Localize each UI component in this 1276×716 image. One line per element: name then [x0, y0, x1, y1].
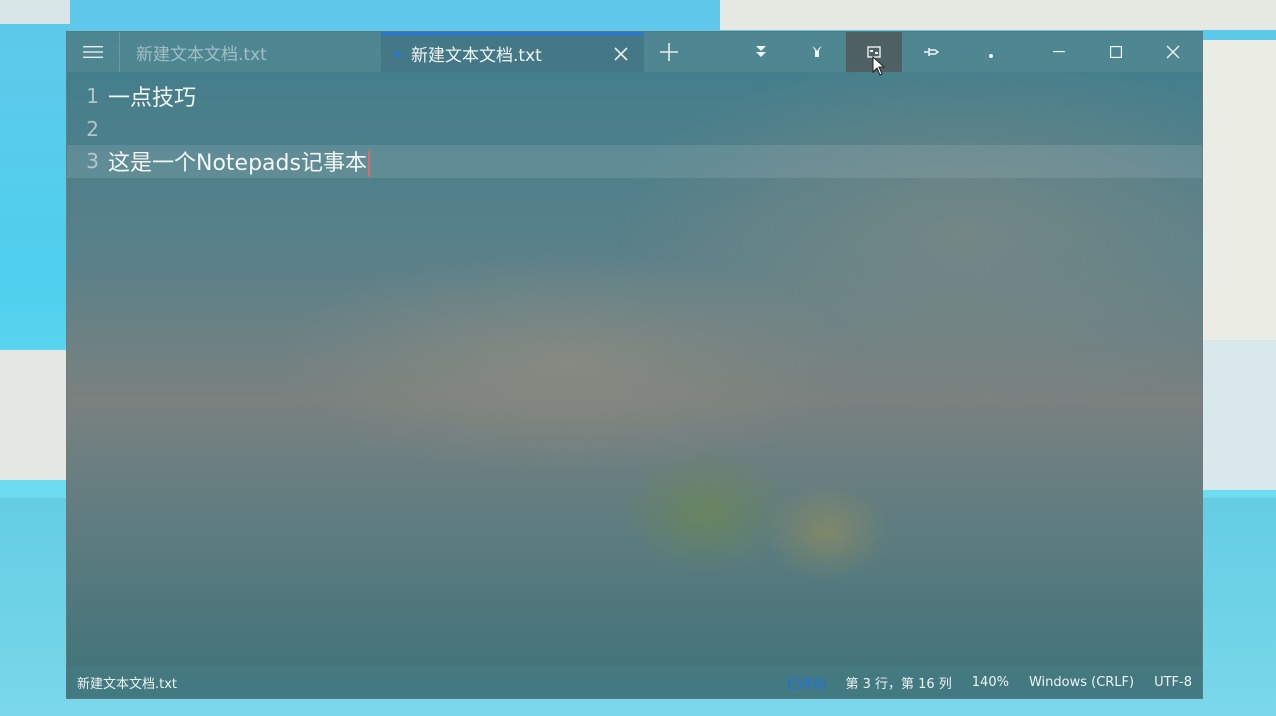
close-icon	[614, 47, 628, 61]
status-right-group: 已改动 第 3 行，第 16 列 140% Windows (CRLF) UTF…	[786, 673, 1192, 692]
cursor-icon	[872, 56, 886, 76]
close-icon	[1166, 45, 1180, 59]
editor-line-current[interactable]: 3 这是一个Notepads记事本	[67, 145, 1202, 178]
notepads-window: 新建文本文档.txt 新建文本文档.txt 1 一点技巧 2 3 这是一个Not…	[66, 31, 1203, 699]
title-bar: 新建文本文档.txt 新建文本文档.txt	[67, 32, 1202, 76]
pin-button[interactable]	[903, 32, 959, 72]
editor-line[interactable]: 1 一点技巧	[67, 80, 1202, 113]
tab-document-1[interactable]: 新建文本文档.txt	[119, 32, 381, 72]
more-icon	[989, 54, 993, 58]
minimize-icon	[1053, 51, 1065, 53]
line-text[interactable]: 一点技巧	[108, 80, 196, 112]
status-encoding[interactable]: UTF-8	[1154, 675, 1192, 690]
branch-icon	[812, 46, 822, 57]
cloud-right	[1203, 40, 1276, 340]
status-modified[interactable]: 已改动	[786, 673, 825, 692]
hamburger-icon	[83, 46, 103, 58]
maximize-button[interactable]	[1088, 32, 1144, 72]
maximize-icon	[1110, 46, 1122, 58]
status-file-name[interactable]: 新建文本文档.txt	[77, 673, 177, 692]
cloud-top-left	[0, 0, 70, 24]
line-number: 3	[86, 149, 99, 174]
collapse-tabs-button[interactable]	[733, 32, 789, 72]
status-cursor-position[interactable]: 第 3 行，第 16 列	[845, 673, 951, 692]
new-tab-button[interactable]	[655, 32, 683, 72]
cloud-top-right	[720, 0, 1276, 30]
more-options-button[interactable]	[963, 32, 1019, 72]
text-editor[interactable]: 1 一点技巧 2 3 这是一个Notepads记事本	[67, 80, 1202, 178]
line-number: 1	[86, 84, 99, 109]
cloud-right-low	[1203, 340, 1276, 490]
compact-overlay-button[interactable]	[846, 32, 902, 76]
editor-line[interactable]: 2	[67, 113, 1202, 146]
plus-icon	[660, 43, 678, 61]
text-caret	[367, 151, 370, 178]
close-tab-button[interactable]	[608, 41, 634, 67]
status-bar: 新建文本文档.txt 已改动 第 3 行，第 16 列 140% Windows…	[67, 666, 1202, 698]
tab-label: 新建文本文档.txt	[136, 44, 267, 65]
minimize-button[interactable]	[1031, 32, 1087, 72]
line-text[interactable]: 这是一个Notepads记事本	[108, 145, 370, 178]
branch-button[interactable]	[789, 32, 845, 72]
status-zoom[interactable]: 140%	[972, 675, 1009, 690]
pin-icon	[924, 48, 939, 56]
tab-document-2-active[interactable]: 新建文本文档.txt	[381, 32, 644, 72]
cloud-left	[0, 350, 66, 480]
chevron-double-down-icon	[756, 46, 766, 57]
menu-button[interactable]	[67, 32, 119, 72]
line-text-content: 这是一个Notepads记事本	[108, 151, 367, 177]
line-number: 2	[86, 116, 99, 141]
close-window-button[interactable]	[1145, 32, 1201, 72]
tab-label: 新建文本文档.txt	[411, 46, 542, 66]
status-line-ending[interactable]: Windows (CRLF)	[1029, 675, 1134, 690]
modified-dot-icon	[395, 50, 401, 57]
